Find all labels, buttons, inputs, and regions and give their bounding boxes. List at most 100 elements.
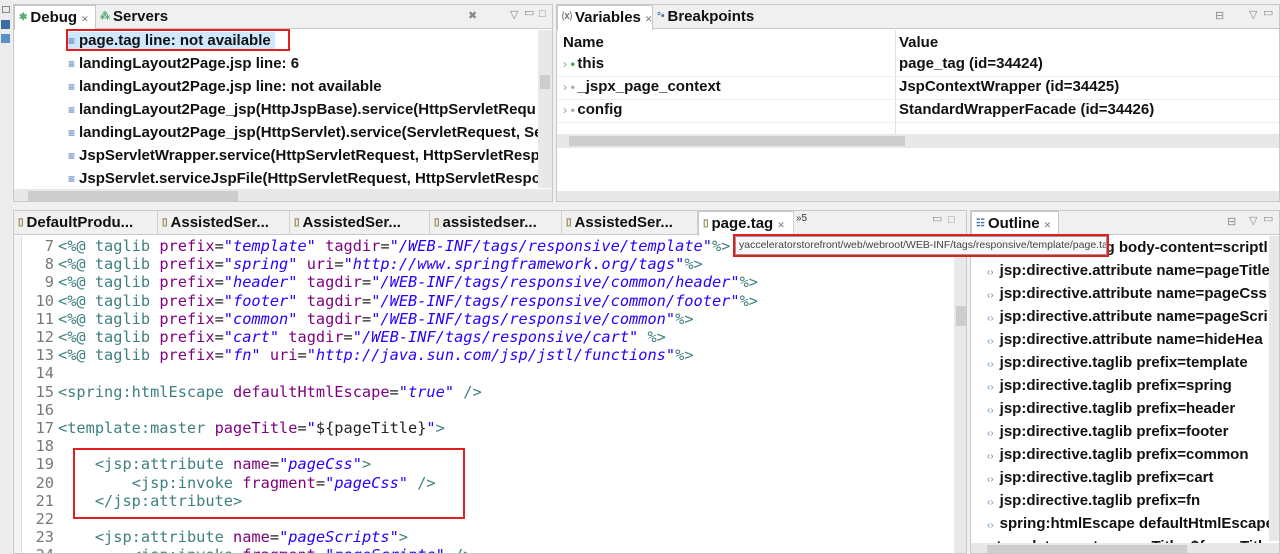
stack-frame[interactable]: ≡ landingLayout2Page_jsp(HttpJspBase).ser… [68,101,536,118]
code-line: 18 [14,437,58,455]
code-token: tagdir [325,237,381,255]
code-line: 20 <jsp:invoke fragment="pageCss" /> [14,474,436,492]
vertical-scrollbar[interactable] [1269,236,1279,541]
code-token: <jsp:invoke [131,473,243,492]
stack-frame[interactable]: ≡ JspServlet.serviceJspFile(HttpServletRe… [68,170,541,187]
minimize-icon[interactable]: ▭ [932,212,942,225]
close-icon[interactable]: ✕ [81,14,89,24]
code-token: = [315,473,326,492]
variable-value[interactable]: JspContextWrapper (id=34425) [899,78,1119,95]
collapse-all-icon[interactable]: ⊟ [1227,215,1236,228]
file-icon: ▯ [703,218,709,230]
code-token: %> [638,328,666,346]
code-line: 12 <%@ taglib prefix="cart" tagdir="/WEB-… [14,328,666,346]
close-icon[interactable]: ✕ [645,14,652,24]
code-token: /> [454,382,482,401]
stack-frame[interactable]: ≡ landingLayout2Page.jsp line: not availa… [68,78,382,95]
element-icon: ‹› [987,497,994,508]
code-token: <jsp:attribute [94,528,233,547]
variable-row[interactable]: › ● config [563,101,622,118]
code-line: 7 <%@ taglib prefix="template" tagdir="/W… [14,237,731,255]
stack-frame-label: JspServlet.serviceJspFile(HttpServletReq… [79,170,541,187]
horizontal-scrollbar[interactable] [557,134,1279,148]
code-token: uri [269,346,298,365]
horizontal-scrollbar[interactable] [971,543,1279,553]
detail-pane[interactable] [557,151,1279,191]
code-token: pageTitle [214,419,298,437]
stack-frame[interactable]: ≡ landingLayout2Page.jsp line: 6 [68,55,299,72]
column-header-name[interactable]: Name [563,34,604,51]
code-token: "template" [223,237,316,255]
outline-item[interactable]: ‹› jsp:directive.taglib prefix=footer [987,423,1228,440]
maximize-icon[interactable]: □ [539,8,546,20]
outline-item[interactable]: ‹› jsp:directive.taglib prefix=spring [987,377,1232,394]
variable-row[interactable]: › ● this [563,55,604,72]
editor-tab[interactable]: ▯ DefaultProdu... [14,211,158,235]
tab-variables[interactable]: ⒳ Variables ✕ [557,5,653,30]
code-line: 22 [14,510,58,528]
tasks-icon[interactable] [1,34,10,43]
code-line: 11 <%@ taglib prefix="common" tagdir="/WE… [14,310,694,328]
line-number: 24 [14,546,58,553]
outline-item[interactable]: ‹› jsp:directive.attribute name=hideHea [987,331,1263,348]
close-icon[interactable]: ✕ [777,220,785,230]
stack-frame-label: page.tag line: not available [79,32,271,49]
editor-tab[interactable]: ▯ AssistedSer... [562,211,698,235]
view-menu-icon[interactable]: ▽ [510,8,518,21]
variable-value[interactable]: page_tag (id=34424) [899,55,1043,72]
stack-frame[interactable]: ≡ landingLayout2Page_jsp(HttpServlet).ser… [68,124,543,141]
code-token: tagdir [306,291,362,310]
code-token: "fn" [223,346,261,365]
tab-servers[interactable]: ⁂ Servers [96,5,176,29]
console-icon[interactable] [1,20,10,29]
code-editor[interactable]: 7 <%@ taglib prefix="template" tagdir="/W… [14,236,954,553]
close-icon[interactable]: ✕ [1044,220,1052,230]
view-menu-icon[interactable]: ▽ [1249,214,1257,227]
restore-icon[interactable] [2,6,10,13]
tab-debug[interactable]: ✱ Debug ✕ [14,5,96,30]
code-token: > [398,528,409,547]
maximize-icon[interactable]: □ [948,214,955,226]
editor-tab[interactable]: ▯ assistedser... [430,211,562,235]
outline-item[interactable]: ‹› jsp:directive.taglib prefix=template [987,354,1248,371]
overflow-tabs-button[interactable]: »5 [796,213,807,224]
line-number: 19 [35,455,54,474]
vertical-scrollbar[interactable] [954,236,966,553]
debug-tabbar: ✱ Debug ✕ ⁂ Servers ✖ ▽ ▭ □ [14,5,552,30]
stack-frame[interactable]: ≡ page.tag line: not available [68,32,275,49]
collapse-all-icon[interactable]: ⊟ [1215,9,1224,22]
minimize-icon[interactable]: ▭ [1263,212,1273,225]
view-menu-icon[interactable]: ▽ [1249,8,1257,21]
outline-item[interactable]: ‹› jsp:directive.taglib prefix=header [987,400,1235,417]
outline-item[interactable]: ‹› jsp:directive.attribute name=pageCss [987,285,1267,302]
outline-item[interactable]: ‹› spring:htmlEscape defaultHtmlEscape [987,515,1274,532]
outline-item[interactable]: ‹› jsp:directive.taglib prefix=common [987,446,1248,463]
minimize-icon[interactable]: ▭ [524,6,534,19]
code-token: <jsp:attribute [94,455,233,474]
outline-item[interactable]: ‹› jsp:directive.taglib prefix=cart [987,469,1214,486]
code-token: "header" [223,273,298,292]
outline-item[interactable]: ‹› jsp:directive.taglib prefix=fn [987,492,1200,509]
variable-value[interactable]: StandardWrapperFacade (id=34426) [899,101,1154,118]
code-token: uri [306,255,335,274]
line-number: 18 [35,437,54,456]
remove-terminated-icon[interactable]: ✖ [468,9,477,22]
outline-item[interactable]: ‹› jsp:directive.attribute name=pageScri [987,308,1268,325]
stack-frame-label: landingLayout2Page.jsp line: not availab… [79,78,382,95]
tab-breakpoints[interactable]: °• Breakpoints [653,5,763,29]
stack-frame[interactable]: ≡ JspServletWrapper.service(HttpServletRe… [68,147,540,164]
tab-outline[interactable]: ☷ Outline ✕ [971,211,1059,236]
column-header-value[interactable]: Value [899,34,938,51]
variable-row[interactable]: › ● _jspx_page_context [563,78,721,95]
detail-scrollbar[interactable] [557,191,1279,201]
editor-tab[interactable]: ▯ page.tag ✕ [698,211,794,236]
editor-tab[interactable]: ▯ AssistedSer... [290,211,430,235]
outline-item[interactable]: ‹› jsp:directive.attribute name=pageTitle [987,262,1270,279]
minimize-icon[interactable]: ▭ [1263,6,1273,19]
editor-tab[interactable]: ▯ AssistedSer... [158,211,290,235]
horizontal-scrollbar[interactable] [14,189,552,201]
stack-frame-icon: ≡ [68,57,76,71]
vertical-scrollbar[interactable] [538,30,552,188]
